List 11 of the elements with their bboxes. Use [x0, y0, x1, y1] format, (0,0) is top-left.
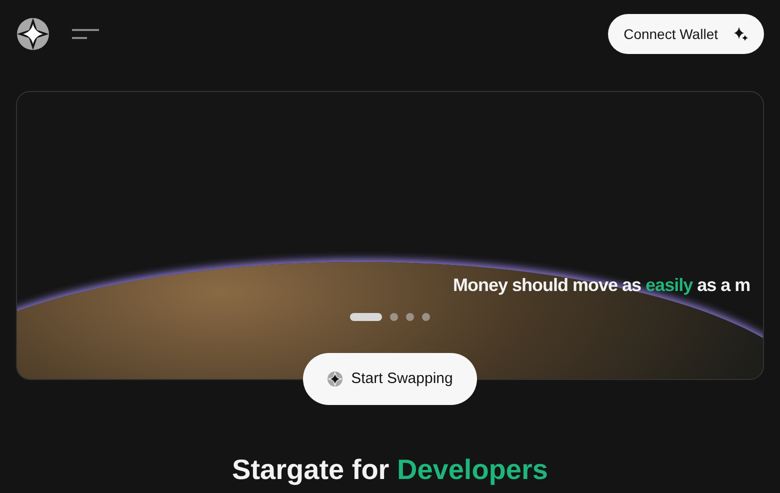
slide-indicator[interactable] [422, 313, 430, 321]
start-swapping-button[interactable]: Start Swapping [303, 353, 477, 405]
connect-wallet-button[interactable]: Connect Wallet [608, 14, 764, 54]
slide-indicator[interactable] [390, 313, 398, 321]
slide-indicator[interactable] [350, 313, 382, 321]
menu-icon[interactable] [72, 29, 99, 39]
section-heading: Stargate for Developers [232, 453, 548, 487]
logo-icon [327, 371, 344, 387]
slide-indicator[interactable] [406, 313, 414, 321]
sparkle-icon [734, 27, 748, 41]
logo-icon[interactable] [16, 17, 50, 51]
